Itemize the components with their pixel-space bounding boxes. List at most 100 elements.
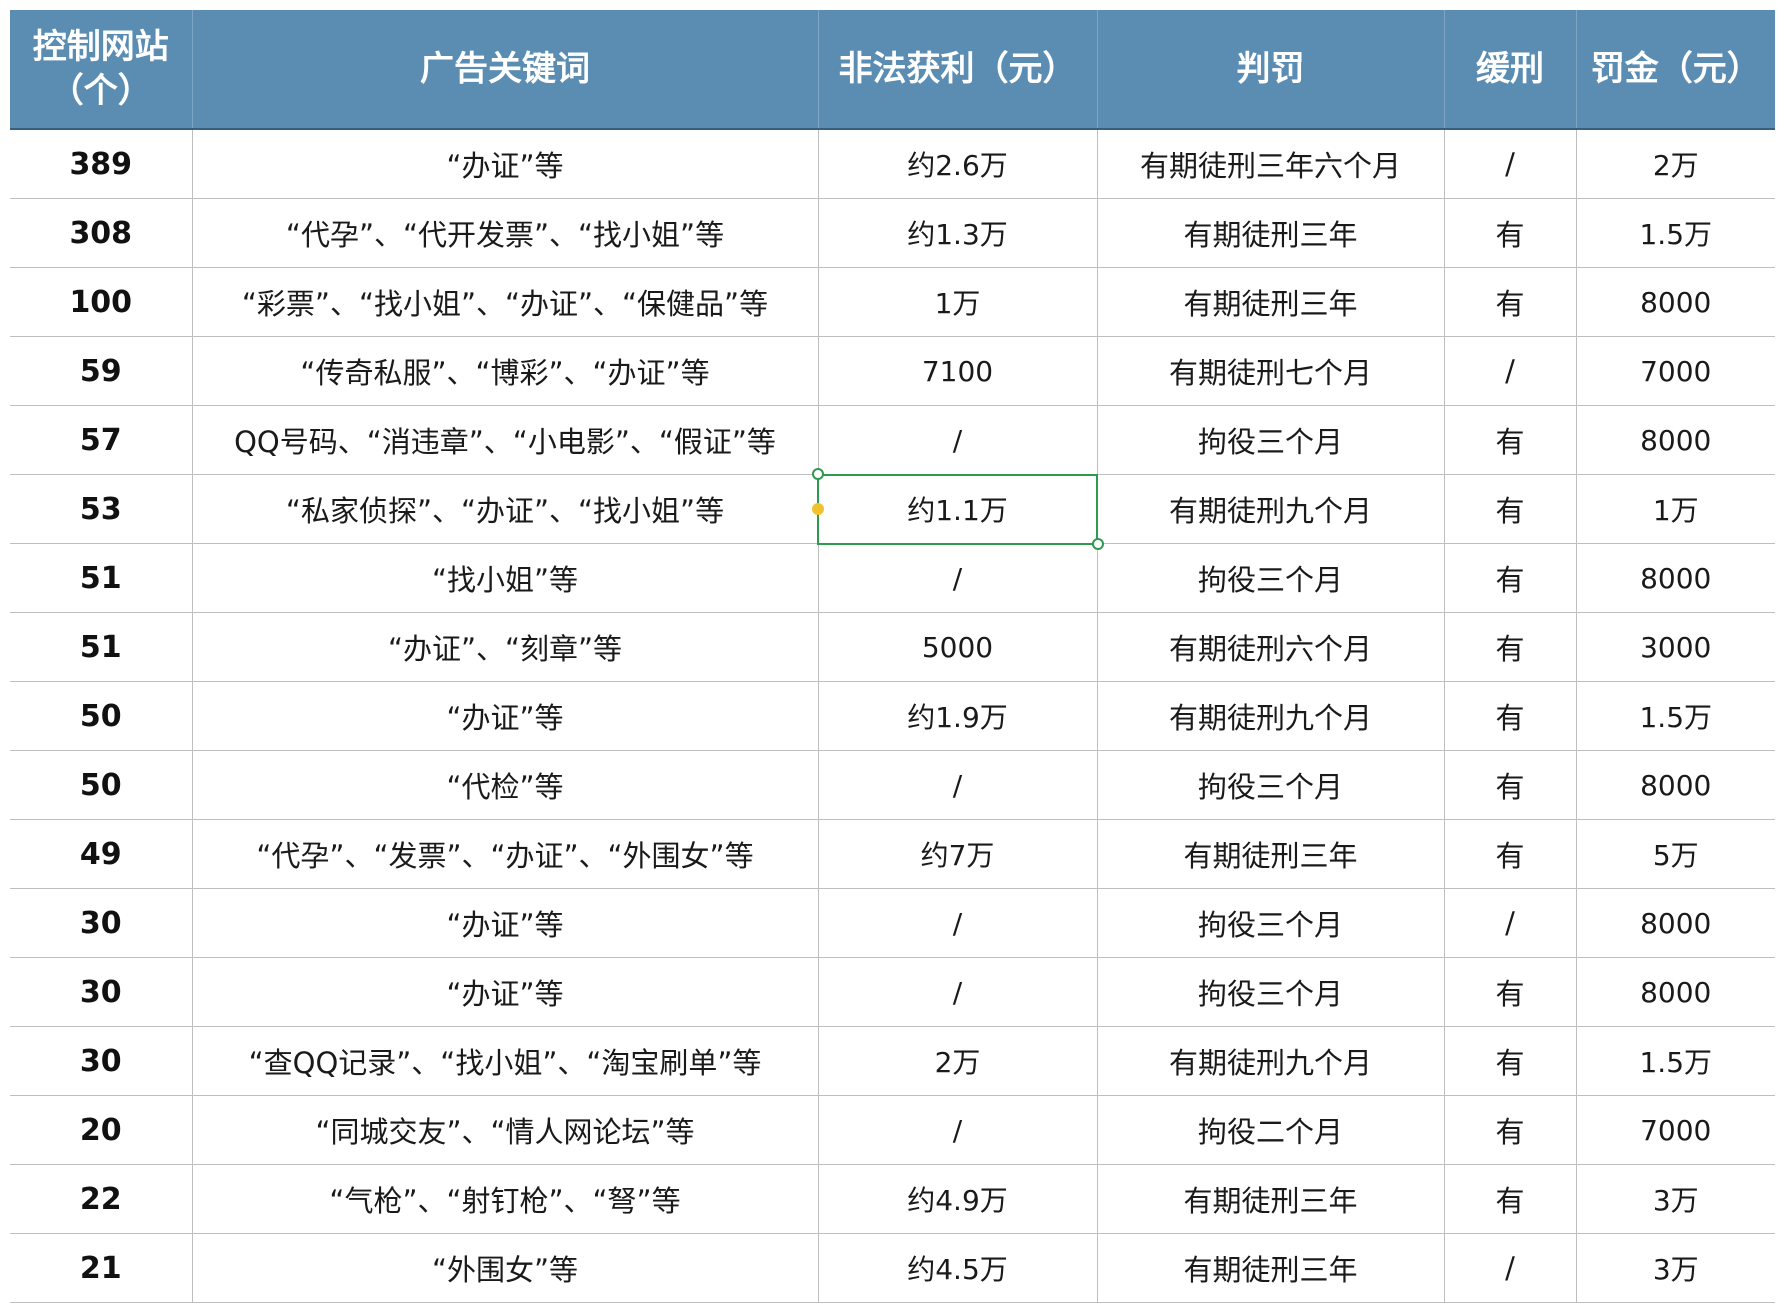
cell-probation[interactable]: 有 [1444,405,1577,475]
cell-fine[interactable]: 1万 [1576,474,1775,544]
cell-sentence[interactable]: 拘役三个月 [1097,750,1445,820]
cell-fine[interactable]: 5万 [1576,819,1775,889]
cell-sentence[interactable]: 有期徒刑三年 [1097,1164,1445,1234]
cell-sites[interactable]: 51 [10,612,193,682]
cell-sentence[interactable]: 有期徒刑九个月 [1097,681,1445,751]
cell-fine[interactable]: 7000 [1576,336,1775,406]
cell-profit[interactable]: 约1.9万 [818,681,1098,751]
cell-fine[interactable]: 3万 [1576,1233,1775,1303]
cell-sentence[interactable]: 拘役三个月 [1097,888,1445,958]
cell-profit[interactable]: 5000 [818,612,1098,682]
cell-probation[interactable]: / [1444,888,1577,958]
cell-keywords[interactable]: “代检”等 [192,750,819,820]
cell-keywords[interactable]: “私家侦探”、“办证”、“找小姐”等 [192,474,819,544]
cell-probation[interactable]: 有 [1444,681,1577,751]
cell-sites[interactable]: 51 [10,543,193,613]
cell-keywords[interactable]: “同城交友”、“情人网论坛”等 [192,1095,819,1165]
cell-sentence[interactable]: 有期徒刑三年 [1097,819,1445,889]
cell-profit[interactable]: 约1.3万 [818,198,1098,268]
cell-probation[interactable]: 有 [1444,1026,1577,1096]
cell-probation[interactable]: 有 [1444,267,1577,337]
cell-fine[interactable]: 7000 [1576,1095,1775,1165]
selection-handle-br[interactable] [1091,538,1104,550]
cell-keywords[interactable]: “办证”等 [192,129,819,199]
header-cell-probation[interactable]: 缓刑 [1444,10,1577,130]
cell-sentence[interactable]: 有期徒刑三年 [1097,198,1445,268]
cell-profit[interactable]: 约4.9万 [818,1164,1098,1234]
cell-sites[interactable]: 49 [10,819,193,889]
cell-sites[interactable]: 100 [10,267,193,337]
cell-probation[interactable]: 有 [1444,612,1577,682]
cell-probation[interactable]: / [1444,1233,1577,1303]
cell-probation[interactable]: 有 [1444,957,1577,1027]
cell-profit[interactable]: / [818,888,1098,958]
header-cell-profit[interactable]: 非法获利（元） [818,10,1098,130]
cell-keywords[interactable]: “找小姐”等 [192,543,819,613]
cell-keywords[interactable]: “查QQ记录”、“找小姐”、“淘宝刷单”等 [192,1026,819,1096]
cell-keywords[interactable]: “办证”等 [192,957,819,1027]
cell-profit[interactable]: 约4.5万 [818,1233,1098,1303]
cell-profit[interactable]: 2万 [818,1026,1098,1096]
cell-keywords[interactable]: “办证”等 [192,888,819,958]
cell-profit[interactable]: / [818,750,1098,820]
cell-sentence[interactable]: 有期徒刑三年 [1097,267,1445,337]
header-cell-sites[interactable]: 控制网站 （个） [10,10,193,130]
cell-probation[interactable]: 有 [1444,819,1577,889]
cell-sentence[interactable]: 拘役三个月 [1097,405,1445,475]
cell-sentence[interactable]: 有期徒刑九个月 [1097,474,1445,544]
cell-probation[interactable]: 有 [1444,1164,1577,1234]
cell-keywords[interactable]: “办证”、“刻章”等 [192,612,819,682]
cell-sentence[interactable]: 有期徒刑三年六个月 [1097,129,1445,199]
cell-sites[interactable]: 21 [10,1233,193,1303]
cell-profit[interactable]: / [818,543,1098,613]
cell-fine[interactable]: 1.5万 [1576,681,1775,751]
cell-probation[interactable]: 有 [1444,543,1577,613]
cell-sites[interactable]: 50 [10,681,193,751]
cell-probation[interactable]: 有 [1444,474,1577,544]
cell-sentence[interactable]: 有期徒刑三年 [1097,1233,1445,1303]
cell-profit[interactable]: 约2.6万 [818,129,1098,199]
cell-probation[interactable]: 有 [1444,750,1577,820]
cell-sentence[interactable]: 有期徒刑六个月 [1097,612,1445,682]
cell-sites[interactable]: 22 [10,1164,193,1234]
cell-probation[interactable]: / [1444,129,1577,199]
header-cell-keywords[interactable]: 广告关键词 [192,10,819,130]
cell-keywords[interactable]: “彩票”、“找小姐”、“办证”、“保健品”等 [192,267,819,337]
selection-handle-ml[interactable] [811,503,824,515]
cell-probation[interactable]: / [1444,336,1577,406]
cell-sites[interactable]: 30 [10,888,193,958]
cell-sentence[interactable]: 有期徒刑九个月 [1097,1026,1445,1096]
cell-sentence[interactable]: 拘役三个月 [1097,957,1445,1027]
cell-fine[interactable]: 3000 [1576,612,1775,682]
cell-profit[interactable]: 7100 [818,336,1098,406]
cell-profit[interactable]: / [818,1095,1098,1165]
cell-sites[interactable]: 57 [10,405,193,475]
header-cell-sentence[interactable]: 判罚 [1097,10,1445,130]
cell-keywords[interactable]: QQ号码、“消违章”、“小电影”、“假证”等 [192,405,819,475]
cell-probation[interactable]: 有 [1444,198,1577,268]
cell-fine[interactable]: 8000 [1576,750,1775,820]
cell-sites[interactable]: 53 [10,474,193,544]
cell-probation[interactable]: 有 [1444,1095,1577,1165]
selection-handle-tl[interactable] [811,468,824,480]
cell-sites[interactable]: 308 [10,198,193,268]
cell-fine[interactable]: 8000 [1576,405,1775,475]
cell-fine[interactable]: 8000 [1576,267,1775,337]
cell-keywords[interactable]: “代孕”、“发票”、“办证”、“外围女”等 [192,819,819,889]
cell-profit-selected[interactable]: 约1.1万 [811,468,1104,550]
cell-fine[interactable]: 1.5万 [1576,1026,1775,1096]
cell-fine[interactable]: 8000 [1576,543,1775,613]
cell-profit[interactable]: / [818,957,1098,1027]
cell-keywords[interactable]: “办证”等 [192,681,819,751]
cell-fine[interactable]: 8000 [1576,957,1775,1027]
cell-sites[interactable]: 59 [10,336,193,406]
cell-sites[interactable]: 389 [10,129,193,199]
cell-profit[interactable]: 约7万 [818,819,1098,889]
cell-profit[interactable]: 1万 [818,267,1098,337]
cell-sites[interactable]: 30 [10,1026,193,1096]
cell-fine[interactable]: 2万 [1576,129,1775,199]
cell-sentence[interactable]: 有期徒刑七个月 [1097,336,1445,406]
cell-sites[interactable]: 20 [10,1095,193,1165]
cell-keywords[interactable]: “外围女”等 [192,1233,819,1303]
cell-fine[interactable]: 1.5万 [1576,198,1775,268]
